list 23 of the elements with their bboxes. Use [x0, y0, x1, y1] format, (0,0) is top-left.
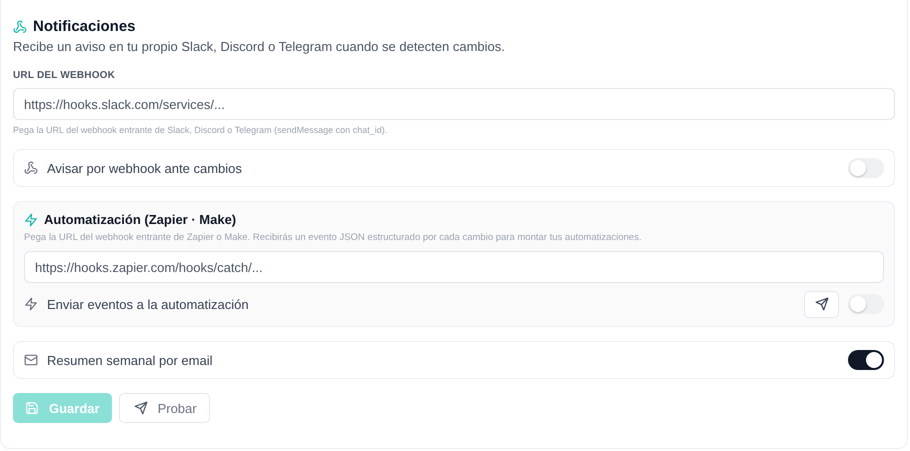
toggle-switch[interactable] — [848, 158, 884, 178]
lightning-icon — [24, 297, 38, 311]
toggle-switch[interactable] — [848, 294, 884, 314]
save-icon — [25, 401, 39, 415]
panel-description: Pega la URL del webhook entrante de Zapier o Make. Recibirás un evento JSON estructurado por cada cambio para montar tus automatizaciones. — [24, 232, 642, 243]
setting-label: Avisar por webhook ante cambios — [47, 160, 243, 176]
send-icon — [814, 297, 828, 311]
field-label: URL DEL WEBHOOK — [13, 70, 116, 81]
section-title: Notificaciones — [33, 18, 136, 35]
panel-title: Automatización (Zapier · Make) — [44, 212, 236, 227]
setting-label: Resumen semanal por email — [47, 352, 214, 368]
webhook-icon — [24, 161, 38, 175]
setting-label: Enviar eventos a la automatización — [47, 296, 250, 312]
section-subtitle: Recibe un aviso en tu propio Slack, Discord o Telegram cuando se detecten cambios. — [13, 39, 506, 54]
toggle-switch[interactable] — [848, 350, 884, 370]
field-hint: Pega la URL del webhook entrante de Slack, Discord o Telegram (sendMessage con chat_id). — [13, 125, 388, 135]
automation-url-field[interactable]: https://hooks.zapier.com/hooks/catch/... — [24, 251, 884, 283]
webhook-url-field[interactable]: https://hooks.slack.com/services/... — [13, 88, 895, 120]
send-test-button[interactable] — [804, 290, 839, 318]
lightning-icon — [24, 212, 38, 226]
mail-icon — [24, 353, 38, 367]
webhook-icon — [13, 20, 27, 34]
send-icon — [134, 401, 148, 415]
